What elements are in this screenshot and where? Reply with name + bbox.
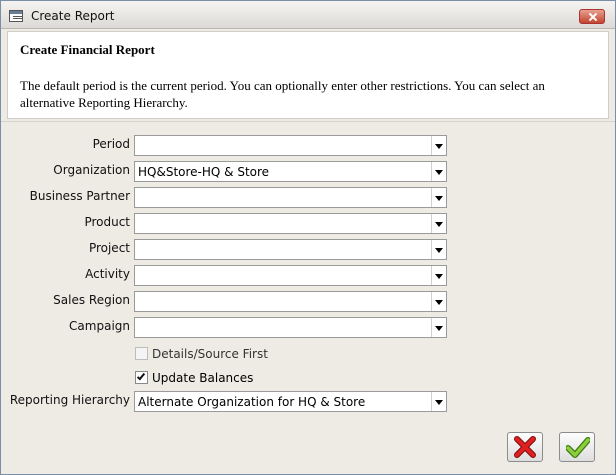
chevron-down-icon[interactable] bbox=[431, 214, 446, 233]
sales-region-label: Sales Region bbox=[53, 293, 130, 307]
activity-combo[interactable] bbox=[134, 265, 447, 286]
chevron-down-icon[interactable] bbox=[431, 240, 446, 259]
organization-label: Organization bbox=[53, 163, 130, 177]
green-check-icon bbox=[566, 437, 590, 458]
business-partner-combo[interactable] bbox=[134, 187, 447, 208]
window-icon bbox=[9, 10, 23, 22]
dialog-description: The default period is the current period… bbox=[20, 78, 545, 110]
chevron-down-icon[interactable] bbox=[431, 292, 446, 311]
reporting-hierarchy-value: Alternate Organization for HQ & Store bbox=[138, 395, 366, 409]
close-window-button[interactable] bbox=[579, 9, 605, 24]
window-title: Create Report bbox=[31, 9, 115, 23]
organization-value: HQ&Store-HQ & Store bbox=[138, 165, 270, 179]
activity-label: Activity bbox=[85, 267, 130, 281]
update-balances-label: Update Balances bbox=[152, 371, 254, 385]
period-label: Period bbox=[92, 137, 130, 151]
title-bar[interactable]: Create Report bbox=[1, 1, 615, 29]
checkmark-icon bbox=[136, 371, 146, 381]
header-panel: Create Financial Report The default peri… bbox=[7, 31, 609, 119]
ok-button[interactable] bbox=[559, 432, 595, 462]
details-source-first-label: Details/Source First bbox=[152, 347, 268, 361]
reporting-hierarchy-combo[interactable]: Alternate Organization for HQ & Store bbox=[134, 391, 447, 412]
sales-region-combo[interactable] bbox=[134, 291, 447, 312]
period-combo[interactable] bbox=[134, 135, 447, 156]
chevron-down-icon[interactable] bbox=[431, 188, 446, 207]
dialog-heading: Create Financial Report bbox=[20, 42, 155, 57]
campaign-combo[interactable] bbox=[134, 317, 447, 338]
organization-combo[interactable]: HQ&Store-HQ & Store bbox=[134, 161, 447, 182]
project-combo[interactable] bbox=[134, 239, 447, 260]
campaign-label: Campaign bbox=[69, 319, 130, 333]
red-x-icon bbox=[514, 436, 536, 458]
chevron-down-icon[interactable] bbox=[431, 162, 446, 181]
business-partner-label: Business Partner bbox=[29, 189, 130, 203]
product-label: Product bbox=[84, 215, 130, 229]
product-combo[interactable] bbox=[134, 213, 447, 234]
header-separator bbox=[1, 121, 615, 122]
chevron-down-icon[interactable] bbox=[431, 318, 446, 337]
chevron-down-icon[interactable] bbox=[431, 266, 446, 285]
chevron-down-icon[interactable] bbox=[431, 136, 446, 155]
create-report-dialog: Create Report Create Financial Report Th… bbox=[0, 0, 616, 475]
project-label: Project bbox=[88, 241, 130, 255]
reporting-hierarchy-label: Reporting Hierarchy bbox=[9, 393, 130, 407]
cancel-button[interactable] bbox=[507, 432, 543, 462]
details-source-first-checkbox[interactable] bbox=[135, 347, 148, 360]
chevron-down-icon[interactable] bbox=[431, 392, 446, 411]
update-balances-checkbox[interactable] bbox=[135, 371, 148, 384]
